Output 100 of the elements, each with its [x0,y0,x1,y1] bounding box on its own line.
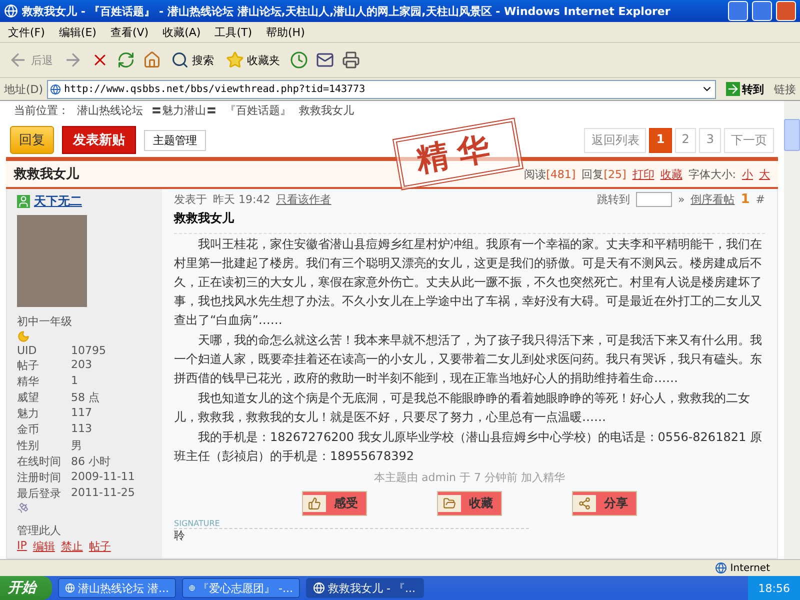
profile-value: 1 [71,374,79,390]
moon-icon [17,330,30,344]
post-title: 救救我女儿 [174,210,765,234]
author-link[interactable]: 天下无二 [17,193,152,210]
menu-item[interactable]: 帮助(H) [266,24,305,40]
page-link[interactable]: 2 [674,128,696,152]
jump-label: 跳转到 [597,192,630,207]
back-button[interactable]: 后退 [6,48,55,72]
profile-key: UID [17,344,71,358]
signature-label: SIGNATURE [174,519,529,529]
profile-value: 113 [71,422,93,438]
status-zone: Internet [730,562,770,574]
menu-item[interactable]: 查看(V) [110,24,149,40]
profile-key: 帖子 [17,358,71,374]
profile-key: 金币 [17,422,71,438]
globe-icon [189,582,196,594]
breadcrumb-link[interactable]: 『百姓话题』 [225,103,291,118]
topic-manage-button[interactable]: 主题管理 [144,130,206,150]
breadcrumb-link[interactable]: 〓魅力潜山〓 [151,103,217,118]
globe-icon [65,582,75,594]
manage-user-label: 管理此人 [17,523,62,538]
taskbar-button[interactable]: 救救我女儿 - 『... [306,578,424,598]
page-link[interactable]: 3 [699,128,721,152]
post-action-button[interactable]: 收藏 [437,491,502,516]
post-action-button[interactable]: 感受 [302,491,367,516]
profile-key: 精华 [17,374,71,390]
mail-icon[interactable] [316,51,334,69]
clock: 18:56 [758,582,790,594]
post-paragraph: 我叫王桂花，家住安徽省潜山县痘姆乡红星村炉冲组。我原有一个幸福的家。丈夫李和平精明能干，我们在村里第一批建起了楼房。我们有三个聪明又漂亮的女儿，这更是我们的骄傲。可是天有不测风云。楼房建成后不久，正在读初三的大女儿，寒假在家意外伤亡。丈夫从此一蹶不振，不久也突然死亡。村里有人说是楼房建坏了事，我也找风水先生想了办法。不久小女儿在上学途中出了车祸，幸好没有大碍。可是最近在外打工的二女儿又查出了“白血病”…… [174,236,763,329]
history-icon[interactable] [290,51,308,69]
refresh-icon[interactable] [117,51,135,69]
address-field[interactable]: http://www.qsbbs.net/bbs/viewthread.php?tid=143773 [47,80,716,98]
post-paragraph: 我也知道女儿的这个病是个无底洞，可是我总不能眼睁睁的看着她眼睁睁的等死！好心人，救救我的二女儿，救救我，救救我的女儿！就是医不好，只要尽了努力，心里总有一点温暖…… [174,390,751,426]
author-only-link[interactable]: 只看该作者 [276,192,332,207]
print-icon[interactable] [342,51,360,69]
profile-value: 2011-11-25 [71,486,136,502]
globe-icon [50,84,62,94]
breadcrumb-label: 当前位置： [14,103,69,118]
reply-button[interactable]: 回复 [10,126,54,154]
font-size-label: 字体大小: [688,166,736,182]
start-button[interactable]: 开始 [0,576,52,600]
manage-link[interactable]: 帖子 [88,539,111,554]
close-button[interactable] [776,1,796,21]
links-label[interactable]: 链接 [774,82,796,96]
search-icon [171,51,189,69]
breadcrumb-link[interactable]: 潜山热线论坛 [77,103,143,118]
profile-value: 58 点 [71,390,100,406]
menu-item[interactable]: 工具(T) [214,24,252,40]
profile-key: 在线时间 [17,454,71,470]
go-button[interactable]: 转到 [720,80,770,98]
posted-label: 发表于 [174,192,207,207]
back-to-list-link[interactable]: 返回列表 [584,128,646,152]
post-paragraph: 天哪，我的命怎么就这么苦！我本来早就不想活了，为了孩子我只得活下来，可是我活下来又有什么用。我一个妇道人家，既要牵挂着还在读高一的小女儿，又要带着二女儿到处求医问药。我只有哭诉，我只有磕头。东拼西借的钱早已花光，政府的救助一时半刻不能到，现在正靠当地好心人的捐助维持着生命…… [174,332,763,387]
profile-value: 203 [71,358,93,374]
thumb-icon [308,497,321,510]
favorites-button[interactable]: 收藏夹 [224,49,282,71]
maximize-button[interactable] [752,1,772,21]
profile-key: 威望 [17,390,71,406]
globe-icon [313,582,325,594]
taskbar-button[interactable]: 潜山热线论坛 潜... [58,578,176,598]
jump-go-link[interactable]: » [678,193,685,206]
profile-key: 注册时间 [17,470,71,486]
profile-key: 最后登录 [17,486,71,502]
profile-value: 86 小时 [71,454,112,470]
breadcrumb-link[interactable]: 救救我女儿 [299,103,354,118]
thread-stat: 回复[25] [582,166,626,182]
post-action-button[interactable]: 分享 [572,491,637,516]
taskbar-button[interactable]: 『爱心志愿团』 -... [182,578,300,598]
profile-value: 117 [71,406,93,422]
star-icon [226,51,244,69]
profile-value: 男 [71,438,83,454]
folder-icon [443,497,456,510]
internet-zone-icon [715,562,728,574]
satellite-icon [17,502,29,514]
manage-link[interactable]: 编辑 [32,539,55,554]
font-size-link[interactable]: 大 [759,166,770,182]
profile-key: 魅力 [17,406,71,422]
menu-item[interactable]: 文件(F) [8,24,45,40]
manage-link[interactable]: IP [17,539,27,554]
reverse-order-link[interactable]: 倒序看帖 [690,192,735,207]
signature-text: 聆 [174,529,186,543]
new-post-button[interactable]: 发表新贴 [62,126,136,154]
manage-link[interactable]: 禁止 [60,539,83,554]
menu-item[interactable]: 编辑(E) [58,24,96,40]
menu-item[interactable]: 收藏(A) [162,24,201,40]
floor-mark: # [756,193,765,206]
next-page-link[interactable]: 下一页 [724,128,774,152]
search-button[interactable]: 搜索 [169,49,216,71]
page-link[interactable]: 1 [649,128,672,152]
jump-field[interactable] [636,192,672,207]
thread-link[interactable]: 打印 [632,166,654,182]
scrollbar[interactable] [784,101,800,559]
thread-link[interactable]: 收藏 [660,166,682,182]
home-icon[interactable] [143,51,161,69]
profile-key: 性别 [17,438,71,454]
user-rank: 初中一年级 [17,314,73,330]
user-icon [17,195,30,208]
share-icon [578,497,591,510]
minimize-button[interactable] [728,1,748,21]
font-size-link[interactable]: 小 [742,166,753,182]
